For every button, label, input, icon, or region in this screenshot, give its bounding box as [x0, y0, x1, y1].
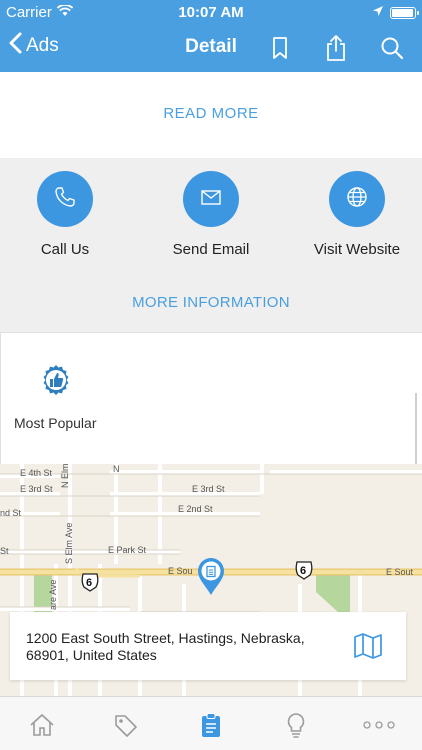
lightbulb-icon[interactable]	[282, 711, 310, 739]
call-us-label: Call Us	[40, 241, 90, 258]
send-email-button[interactable]: Send Email	[141, 171, 281, 258]
map-label-e2nd-left: nd St	[0, 508, 22, 518]
top-bar: Carrier 10:07 AM Ads Detail	[0, 0, 422, 72]
status-right	[372, 4, 419, 21]
visit-website-label: Visit Website	[313, 241, 401, 258]
map-label-esou-left: E Sou	[168, 566, 193, 576]
map-icon[interactable]	[352, 630, 384, 662]
more-information-link[interactable]: MORE INFORMATION	[0, 294, 422, 311]
home-icon[interactable]	[28, 711, 56, 739]
call-us-button[interactable]: Call Us	[0, 171, 135, 258]
email-circle	[183, 171, 239, 227]
nav-actions	[266, 34, 406, 62]
call-circle	[37, 171, 93, 227]
status-time: 10:07 AM	[178, 4, 244, 21]
map-label-e3rd-right: E 3rd St	[192, 484, 225, 494]
scrollbar[interactable]	[415, 393, 417, 465]
clipboard-icon[interactable]	[197, 711, 225, 739]
map-label-n: N	[113, 464, 120, 474]
globe-icon	[345, 185, 369, 214]
share-icon[interactable]	[322, 34, 350, 62]
map-label-st-left: St	[0, 546, 9, 556]
map-label-nelm: N Elm Ave	[60, 464, 70, 488]
phone-icon	[53, 185, 77, 214]
location-arrow-icon	[372, 4, 384, 21]
more-dots-icon[interactable]	[362, 711, 396, 739]
send-email-label: Send Email	[172, 241, 250, 258]
map-label-selm: S Elm Ave	[64, 522, 74, 564]
route-shield-right-number: 6	[300, 565, 307, 577]
status-bar: Carrier 10:07 AM	[0, 0, 422, 24]
tag-icon[interactable]	[112, 711, 140, 739]
envelope-icon	[199, 185, 223, 214]
address-card: 1200 East South Street, Hastings, Nebras…	[10, 612, 406, 680]
map-label-are: are Ave	[48, 579, 58, 610]
most-popular-label: Most Popular	[14, 415, 97, 431]
thumbs-up-badge-icon	[39, 363, 73, 397]
tab-bar	[0, 696, 422, 750]
popular-section: Most Popular	[0, 332, 422, 465]
website-circle	[329, 171, 385, 227]
address-text: 1200 East South Street, Hastings, Nebras…	[26, 630, 305, 663]
nav-bar: Ads Detail	[0, 24, 422, 72]
map-label-e3rd-left: E 3rd St	[20, 484, 53, 494]
route-shield-left-number: 6	[86, 577, 93, 589]
battery-icon	[390, 6, 419, 19]
read-more-link[interactable]: READ MORE	[0, 105, 422, 122]
description-section: READ MORE	[0, 72, 422, 158]
visit-website-button[interactable]: Visit Website	[287, 171, 422, 258]
map-pin-icon[interactable]	[197, 558, 225, 596]
map-label-e2nd-right: E 2nd St	[178, 504, 213, 514]
map-label-epark: E Park St	[108, 545, 147, 555]
map-label-esou-right: E Sout	[386, 567, 414, 577]
search-icon[interactable]	[378, 34, 406, 62]
contact-actions: Call Us Send Email Visit Website MORE IN…	[0, 158, 422, 332]
bookmark-icon[interactable]	[266, 34, 294, 62]
map-label-e4th: E 4th St	[20, 468, 53, 478]
